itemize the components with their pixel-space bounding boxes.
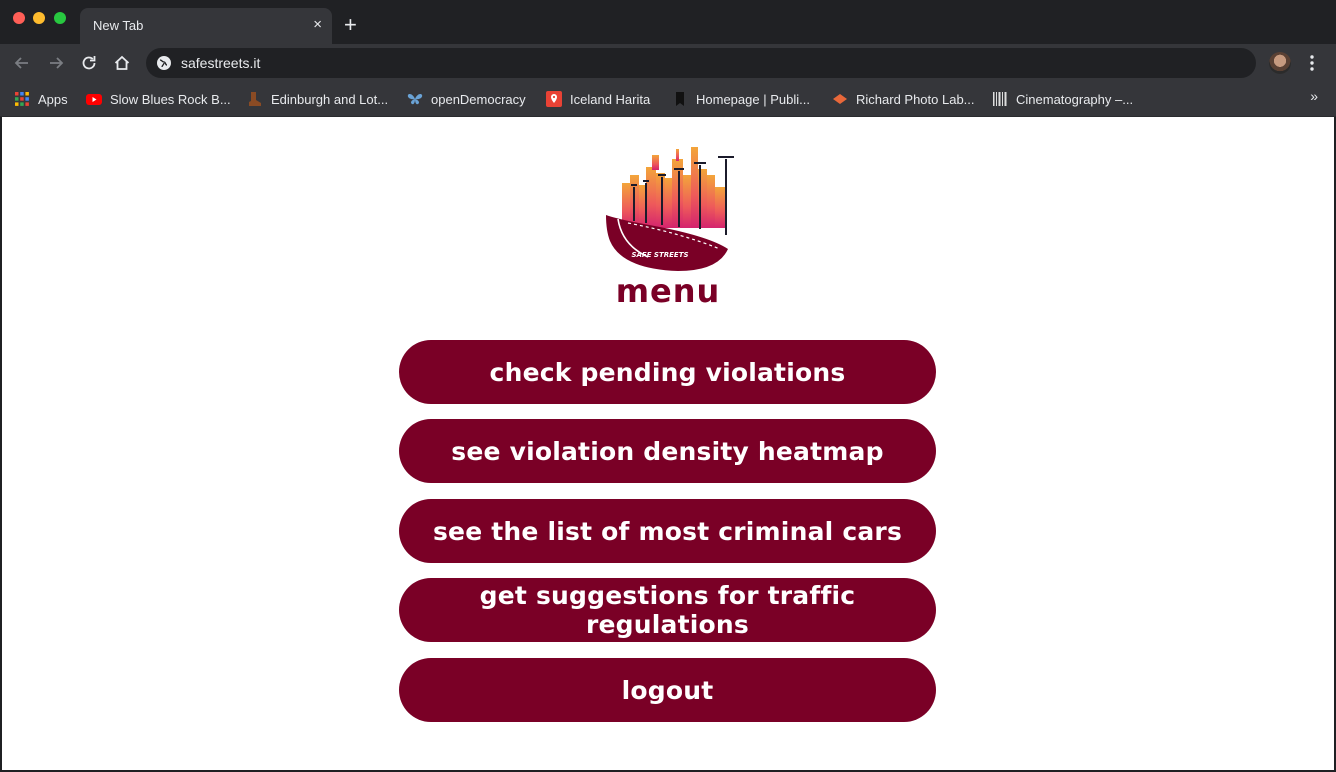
address-bar[interactable]: safestreets.it (146, 48, 1256, 78)
diamond-icon (832, 91, 848, 107)
bookmark-label: openDemocracy (431, 91, 526, 107)
url-text: safestreets.it (181, 55, 261, 71)
home-icon[interactable] (112, 53, 132, 73)
bookmark-youtube[interactable]: Slow Blues Rock B... (86, 88, 231, 110)
more-menu-icon[interactable] (1304, 53, 1320, 73)
logo-text: SAFE STREETS (631, 251, 688, 259)
browser-toolbar: safestreets.it (0, 44, 1336, 82)
reload-icon[interactable] (79, 53, 99, 73)
bookmarks-bar: Apps Slow Blues Rock B... Edinburgh and … (0, 82, 1336, 117)
browser-titlebar: New Tab × + (0, 0, 1336, 44)
bookmark-opendemocracy[interactable]: openDemocracy (407, 88, 526, 110)
bookmark-label: Slow Blues Rock B... (110, 91, 231, 107)
back-arrow-icon[interactable] (12, 53, 32, 73)
barcode-icon (992, 91, 1008, 107)
browser-tab[interactable]: New Tab × (80, 8, 332, 44)
bookmark-iceland-harita[interactable]: Iceland Harita (546, 88, 650, 110)
bookmarks-overflow-button[interactable]: » (1310, 88, 1318, 104)
logout-button[interactable]: logout (399, 658, 936, 722)
bookmark-homepage[interactable]: Homepage | Publi... (672, 88, 810, 110)
bookmark-label: Iceland Harita (570, 91, 651, 107)
traffic-suggestions-button[interactable]: get suggestions for traffic regulations (399, 578, 936, 642)
bookmark-label: Cinematography –... (1016, 91, 1134, 107)
maximize-window-button[interactable] (54, 12, 66, 24)
bookmark-label: Richard Photo Lab... (856, 91, 975, 107)
tab-close-icon[interactable]: × (313, 17, 322, 33)
bookmark-label: Homepage | Publi... (696, 91, 810, 107)
safestreets-logo: SAFE STREETS (600, 145, 740, 273)
globe-icon (156, 55, 172, 71)
bookmark-label: Edinburgh and Lot... (271, 91, 389, 107)
page-content: SAFE STREETS menu check pending violatio… (2, 117, 1334, 770)
check-pending-violations-button[interactable]: check pending violations (399, 340, 936, 404)
youtube-icon (86, 91, 102, 107)
apps-grid-icon (14, 91, 30, 107)
close-window-button[interactable] (13, 12, 25, 24)
bookmark-icon (672, 91, 688, 107)
butterfly-icon (407, 91, 423, 107)
new-tab-button[interactable]: + (344, 14, 357, 36)
criminal-cars-list-button[interactable]: see the list of most criminal cars (399, 499, 936, 563)
boot-icon (247, 91, 263, 107)
bookmark-apps[interactable]: Apps (14, 88, 68, 110)
bookmark-cinematography[interactable]: Cinematography –... (992, 88, 1133, 110)
profile-avatar[interactable] (1269, 52, 1291, 74)
minimize-window-button[interactable] (33, 12, 45, 24)
bookmark-richard-photo-lab[interactable]: Richard Photo Lab... (832, 88, 975, 110)
tab-title: New Tab (93, 18, 144, 33)
bookmark-label: Apps (38, 91, 68, 107)
map-pin-icon (546, 91, 562, 107)
bookmark-edinburgh[interactable]: Edinburgh and Lot... (247, 88, 388, 110)
page-title: menu (615, 272, 721, 310)
violation-heatmap-button[interactable]: see violation density heatmap (399, 419, 936, 483)
forward-arrow-icon[interactable] (46, 53, 66, 73)
